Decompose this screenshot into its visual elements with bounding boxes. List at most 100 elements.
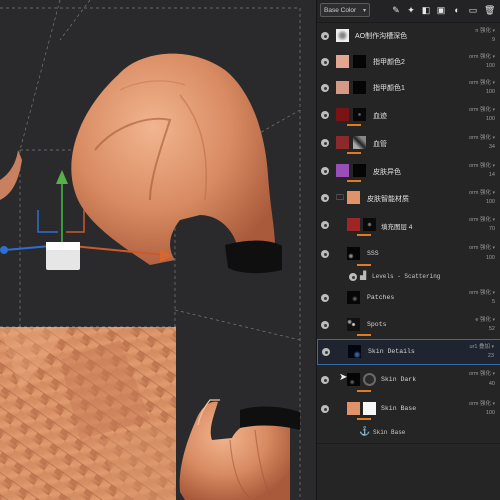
layer-thumbnail bbox=[336, 108, 349, 121]
blend-mode[interactable]: orm 强化 ▾ bbox=[461, 133, 495, 141]
filter-name: Levels - Scattering bbox=[372, 273, 441, 280]
arm-mesh bbox=[71, 53, 275, 266]
layer-row[interactable]: Skin Base orm 强化 ▾ 100 bbox=[317, 395, 500, 424]
layer-thumbnail bbox=[336, 164, 349, 177]
layer-thumbnail bbox=[347, 191, 360, 204]
layer-name: 皮肤智能材质 bbox=[367, 196, 409, 203]
layer-opacity[interactable]: 40 bbox=[461, 381, 495, 387]
opacity-bar bbox=[357, 334, 371, 336]
blend-mode[interactable]: e 强化 ▾ bbox=[461, 315, 495, 323]
layer-thumbnail bbox=[347, 218, 360, 231]
blend-mode[interactable]: orm 强化 ▾ bbox=[461, 52, 495, 60]
layer-panel: Base Color ▾ ✎ ✦ ◧ ▣ ◐ ▭ 🗑 AO制作沟槽深色 n 强化… bbox=[316, 0, 500, 500]
layer-opacity[interactable]: 9 bbox=[461, 37, 495, 43]
smart-material-icon[interactable]: ✦ bbox=[406, 5, 416, 15]
channel-select[interactable]: Base Color ▾ bbox=[320, 3, 370, 17]
blend-mode[interactable]: orm 强化 ▾ bbox=[461, 215, 495, 223]
layer-opacity[interactable]: 23 bbox=[460, 353, 494, 359]
layer-row[interactable]: 皮肤异色 orm 强化 ▾ 14 bbox=[317, 157, 500, 186]
layer-row[interactable]: 血管 orm 强化 ▾ 34 bbox=[317, 129, 500, 158]
layer-name: 血管 bbox=[373, 141, 387, 148]
anchor-row[interactable]: ⚓ Skin Base bbox=[317, 423, 500, 444]
mask-thumbnail bbox=[353, 108, 366, 121]
layer-row[interactable]: 血迹 orm 强化 ▾ 100 bbox=[317, 101, 500, 130]
layer-name: 填充图层 4 bbox=[381, 224, 413, 231]
mask-thumbnail bbox=[353, 136, 366, 149]
layer-name: Skin Dark bbox=[381, 376, 417, 383]
layer-opacity[interactable]: 100 bbox=[461, 116, 495, 122]
opacity-bar bbox=[357, 264, 371, 266]
layer-row[interactable]: 指甲颜色2 orm 强化 ▾ 100 bbox=[317, 49, 500, 76]
mask-thumbnail bbox=[363, 402, 376, 415]
blend-mode[interactable]: orm 强化 ▾ bbox=[461, 399, 495, 407]
blend-mode[interactable]: n 强化 ▾ bbox=[461, 26, 495, 34]
layer-opacity[interactable]: 100 bbox=[461, 255, 495, 261]
layer-opacity[interactable]: 5 bbox=[461, 299, 495, 305]
layer-opacity[interactable]: 34 bbox=[461, 144, 495, 150]
viewport-canvas[interactable] bbox=[0, 0, 316, 500]
layer-row[interactable]: AO制作沟槽深色 n 强化 ▾ 9 bbox=[317, 23, 500, 50]
folder-row[interactable]: 🗀 皮肤智能材质 orm 强化 ▾ 100 bbox=[317, 185, 500, 212]
visibility-eye-icon[interactable] bbox=[349, 273, 357, 281]
blend-mode[interactable]: orm 强化 ▾ bbox=[461, 369, 495, 377]
mask-thumbnail bbox=[353, 55, 366, 68]
layer-opacity[interactable]: 100 bbox=[461, 199, 495, 205]
layer-thumbnail bbox=[348, 345, 361, 358]
delete-layer-icon[interactable]: 🗑 bbox=[484, 5, 495, 15]
opacity-bar bbox=[357, 418, 371, 420]
visibility-eye-icon[interactable] bbox=[321, 167, 329, 175]
visibility-eye-icon[interactable] bbox=[321, 111, 329, 119]
layer-thumbnail bbox=[347, 247, 360, 260]
anchor-icon: ⚓ bbox=[359, 426, 371, 436]
layer-name: SSS bbox=[367, 250, 379, 257]
blend-mode[interactable]: orm 强化 ▾ bbox=[461, 78, 495, 86]
visibility-eye-icon[interactable] bbox=[321, 32, 329, 40]
opacity-bar bbox=[357, 234, 371, 236]
layer-row[interactable]: Spots e 强化 ▾ 52 bbox=[317, 311, 500, 340]
viewport-3d[interactable] bbox=[0, 0, 316, 500]
layer-row[interactable]: 填充图层 4 orm 强化 ▾ 70 bbox=[317, 211, 500, 240]
visibility-eye-icon[interactable] bbox=[322, 348, 330, 356]
opacity-bar bbox=[347, 124, 361, 126]
add-mask-icon[interactable]: ◐ bbox=[452, 5, 462, 15]
layer-opacity[interactable]: 70 bbox=[461, 226, 495, 232]
layer-opacity[interactable]: 52 bbox=[461, 326, 495, 332]
visibility-eye-icon[interactable] bbox=[321, 376, 329, 384]
add-paint-layer-icon[interactable]: ▣ bbox=[436, 5, 446, 15]
visibility-eye-icon[interactable] bbox=[321, 194, 329, 202]
layer-opacity[interactable]: 14 bbox=[461, 172, 495, 178]
layer-opacity[interactable]: 100 bbox=[461, 63, 495, 69]
hand-mesh bbox=[179, 399, 300, 500]
layer-opacity[interactable]: 100 bbox=[461, 89, 495, 95]
visibility-eye-icon[interactable] bbox=[321, 84, 329, 92]
visibility-eye-icon[interactable] bbox=[321, 321, 329, 329]
blend-mode[interactable]: orm 强化 ▾ bbox=[461, 161, 495, 169]
blend-mode[interactable]: orm 强化 ▾ bbox=[461, 288, 495, 296]
add-folder-icon[interactable]: ▭ bbox=[468, 5, 478, 15]
blend-mode[interactable]: ur1 叠加 ▾ bbox=[460, 342, 494, 350]
layer-row-selected[interactable]: Skin Details ur1 叠加 ▾ 23 bbox=[317, 339, 500, 365]
visibility-eye-icon[interactable] bbox=[321, 221, 329, 229]
uv-texture-preview bbox=[0, 326, 176, 500]
paint-brush-icon[interactable]: ✎ bbox=[391, 5, 401, 15]
layer-row[interactable]: ➤ Skin Dark orm 强化 ▾ 40 bbox=[317, 365, 500, 396]
opacity-bar bbox=[347, 152, 361, 154]
layer-row[interactable]: 指甲颜色1 orm 强化 ▾ 100 bbox=[317, 75, 500, 102]
folder-icon[interactable]: 🗀 bbox=[336, 192, 344, 206]
layer-name: Spots bbox=[367, 321, 387, 328]
add-fill-layer-icon[interactable]: ◧ bbox=[421, 5, 431, 15]
mask-thumbnail bbox=[363, 373, 376, 386]
visibility-eye-icon[interactable] bbox=[321, 294, 329, 302]
filter-row-levels[interactable]: ▟ Levels - Scattering bbox=[317, 269, 500, 286]
opacity-bar bbox=[347, 180, 361, 182]
blend-mode[interactable]: orm 强化 ▾ bbox=[461, 188, 495, 196]
visibility-eye-icon[interactable] bbox=[321, 250, 329, 258]
blend-mode[interactable]: orm 强化 ▾ bbox=[461, 243, 495, 251]
layer-opacity[interactable]: 100 bbox=[461, 410, 495, 416]
blend-mode[interactable]: orm 强化 ▾ bbox=[461, 105, 495, 113]
visibility-eye-icon[interactable] bbox=[321, 139, 329, 147]
visibility-eye-icon[interactable] bbox=[321, 58, 329, 66]
visibility-eye-icon[interactable] bbox=[321, 405, 329, 413]
layer-row[interactable]: Patches orm 强化 ▾ 5 bbox=[317, 285, 500, 312]
layer-row[interactable]: SSS orm 强化 ▾ 100 bbox=[317, 239, 500, 270]
